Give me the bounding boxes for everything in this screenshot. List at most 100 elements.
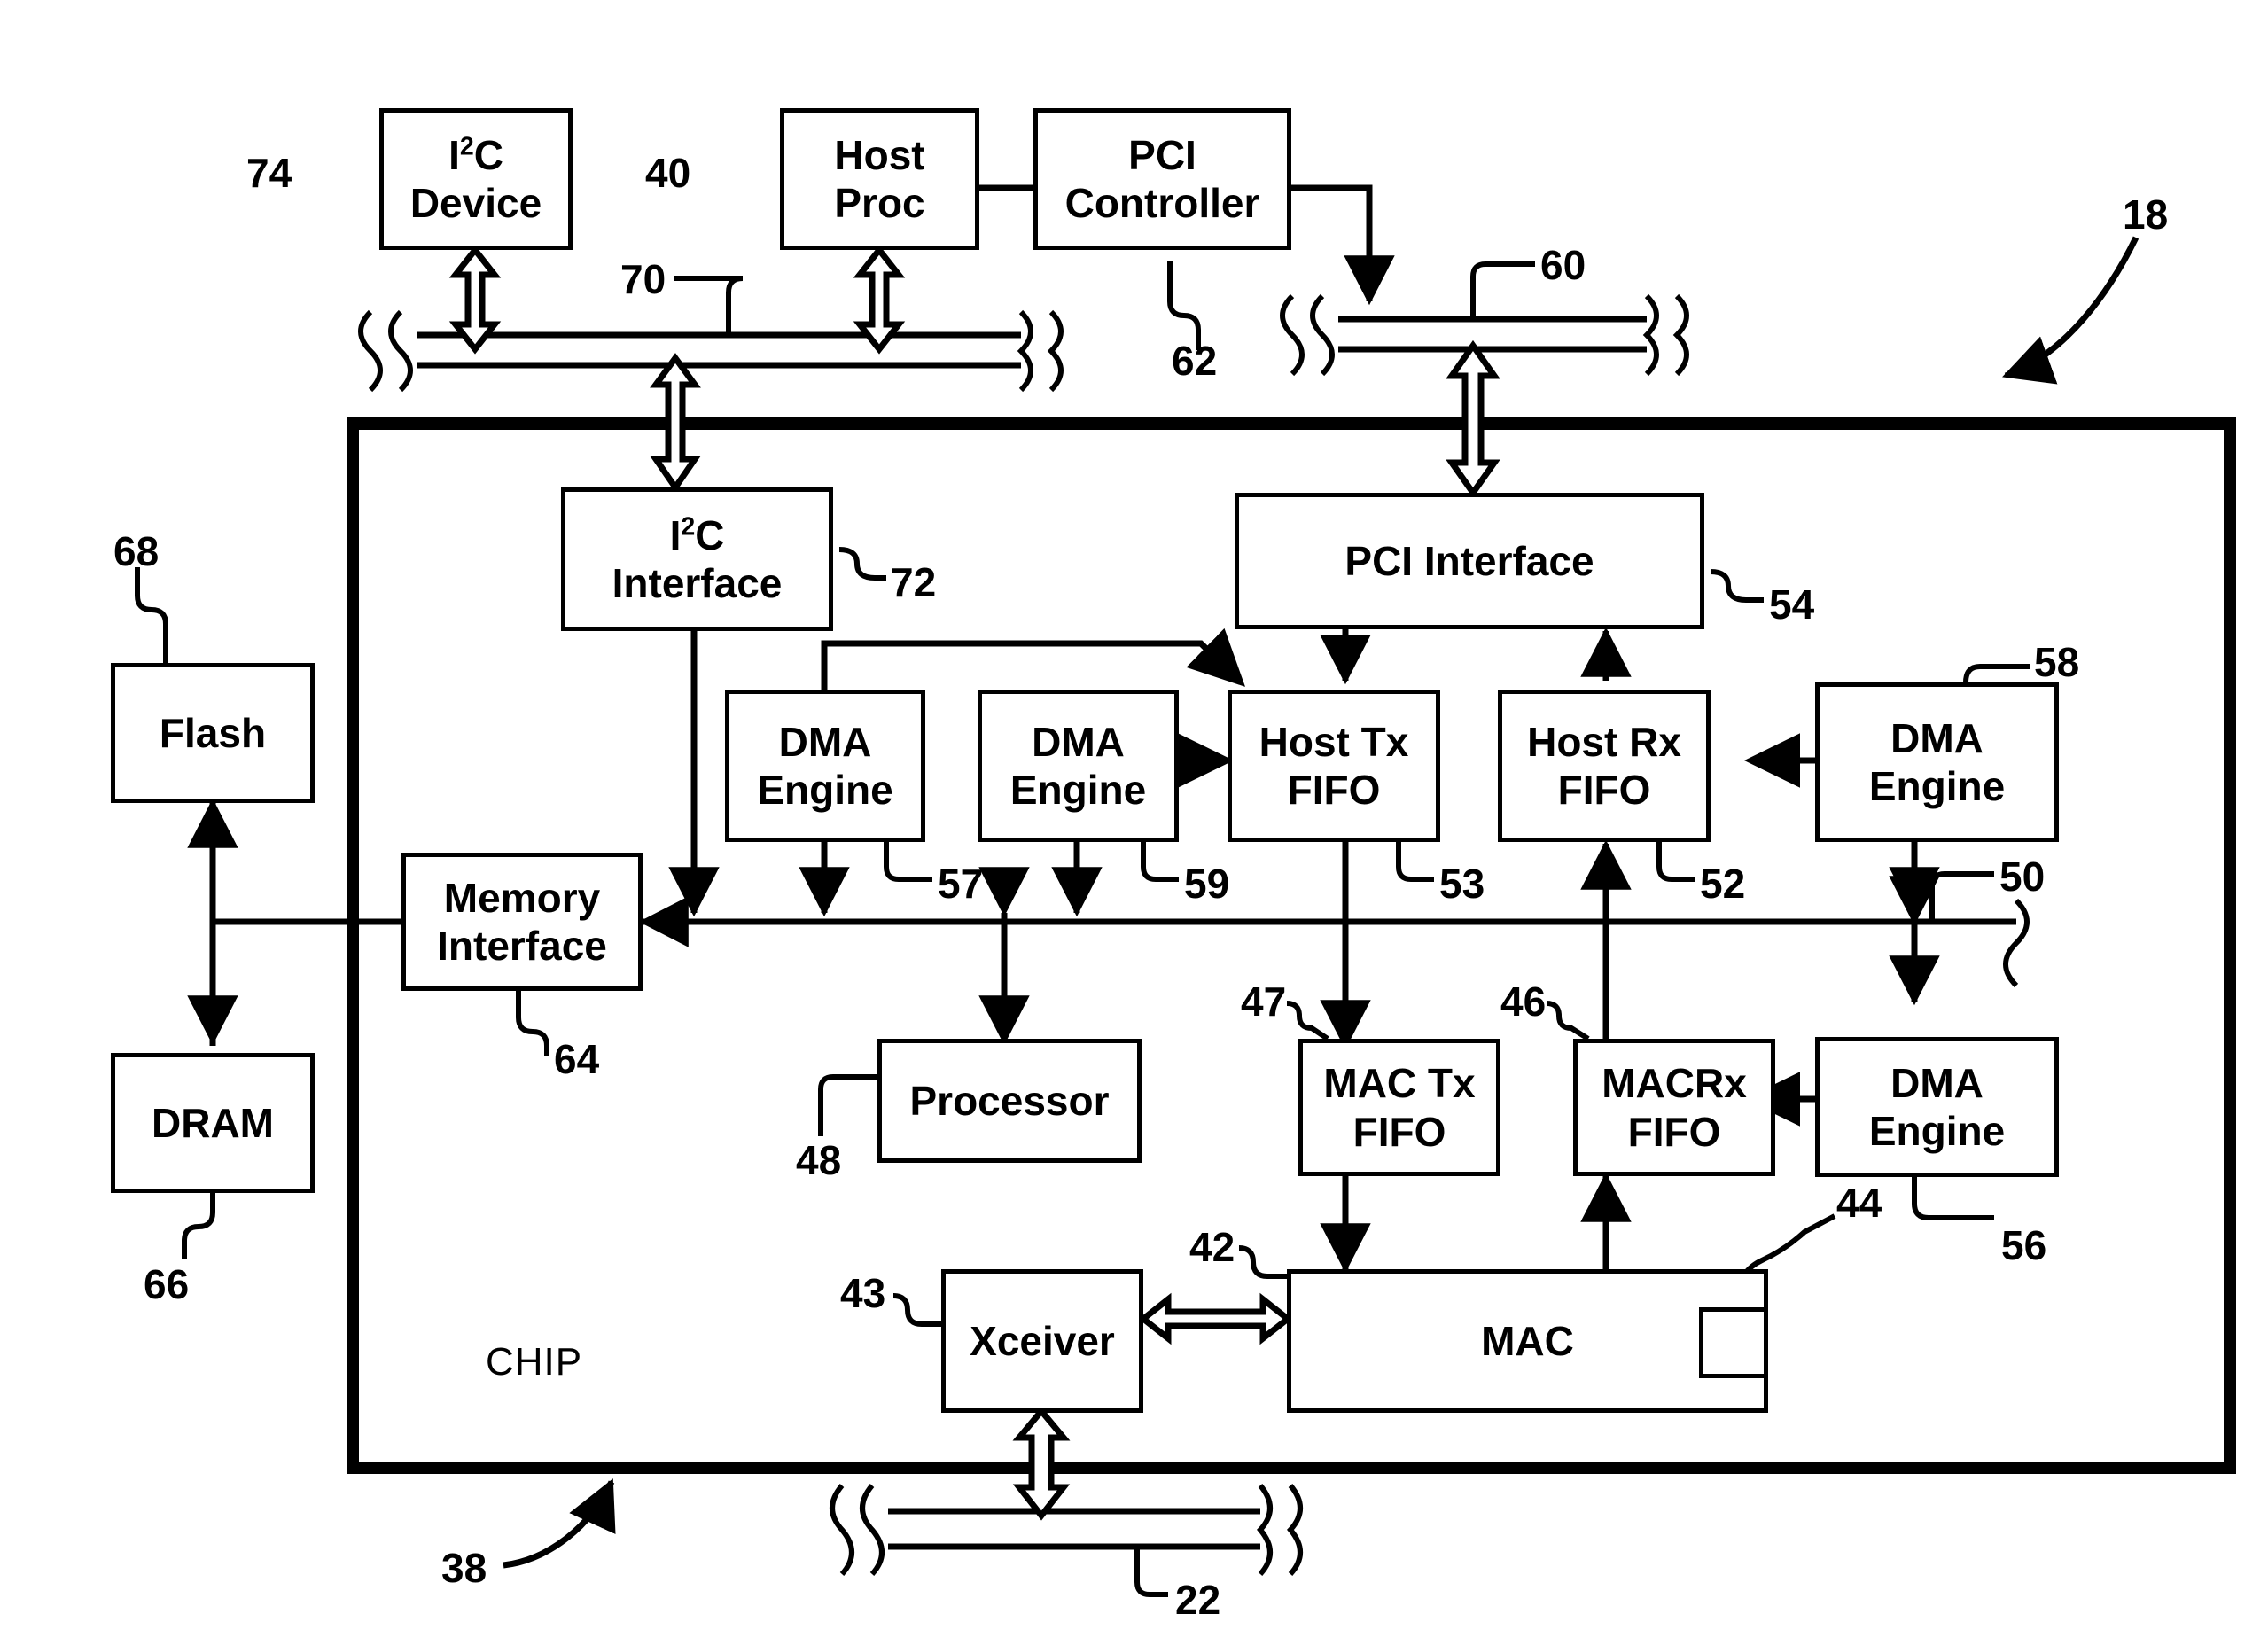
chip-label: CHIP xyxy=(486,1340,583,1384)
leader-54 xyxy=(1710,569,1764,603)
ref-40: 40 xyxy=(645,150,691,196)
ref-52: 52 xyxy=(1700,861,1746,907)
ref-46: 46 xyxy=(1500,978,1547,1025)
box-host-tx-fifo[interactable]: Host Tx FIFO xyxy=(1228,690,1440,842)
box-host-proc[interactable]: Host Proc xyxy=(780,108,979,250)
ref-47: 47 xyxy=(1241,978,1287,1025)
flash-label: Flash xyxy=(159,709,267,756)
memory-interface-label-line1: Memory xyxy=(443,874,601,921)
leader-72 xyxy=(838,547,886,581)
dma59-label-line2: Engine xyxy=(1009,767,1147,813)
dma56-label-line1: DMA xyxy=(1890,1059,1984,1106)
ref-18: 18 xyxy=(2123,191,2169,238)
mac-rx-label-line1: MACRx xyxy=(1602,1060,1747,1107)
dram-label: DRAM xyxy=(152,1099,274,1146)
dma58-label-line2: Engine xyxy=(1868,763,2006,809)
leader-42 xyxy=(1238,1245,1287,1279)
ref-56: 56 xyxy=(2001,1222,2047,1268)
i2c-interface-label-line1: I2C xyxy=(669,511,725,558)
mac-label: MAC xyxy=(1481,1317,1574,1364)
i2c-interface-label-line2: Interface xyxy=(612,560,783,606)
box-memory-interface[interactable]: Memory Interface xyxy=(401,853,643,991)
leader-59 xyxy=(1141,840,1179,882)
box-mac-inner-block-44[interactable] xyxy=(1699,1307,1768,1378)
ref-38: 38 xyxy=(441,1545,487,1591)
leader-46 xyxy=(1546,1001,1590,1041)
connector-xceiver-mac xyxy=(1138,1292,1293,1345)
leader-57 xyxy=(884,840,932,882)
patent-figure-canvas: I2C Device Host Proc PCI Controller Flas… xyxy=(0,0,2268,1645)
leader-58 xyxy=(1963,664,2030,683)
leader-18 xyxy=(2002,236,2139,385)
box-dma-engine-59[interactable]: DMA Engine xyxy=(978,690,1179,842)
i2c-superscript: 2 xyxy=(459,132,474,161)
ref-62: 62 xyxy=(1172,338,1218,384)
box-pci-controller[interactable]: PCI Controller xyxy=(1033,108,1291,250)
ref-70: 70 xyxy=(620,256,666,302)
connector-hostproc-to-bus70 xyxy=(853,245,906,355)
box-flash[interactable]: Flash xyxy=(111,663,315,803)
i2c-device-label-line1: I2C xyxy=(448,131,503,178)
dma59-label-line1: DMA xyxy=(1032,718,1125,765)
box-dma-engine-57[interactable]: DMA Engine xyxy=(725,690,925,842)
box-dram[interactable]: DRAM xyxy=(111,1053,315,1193)
ref-59: 59 xyxy=(1184,861,1230,907)
host-rx-label-line1: Host Rx xyxy=(1527,718,1681,765)
i2c-device-label-line2: Device xyxy=(409,180,542,226)
ref-43: 43 xyxy=(840,1270,886,1316)
processor-label: Processor xyxy=(909,1077,1110,1124)
box-dma-engine-56[interactable]: DMA Engine xyxy=(1815,1037,2059,1177)
ref-72: 72 xyxy=(891,559,937,605)
leader-68 xyxy=(135,567,168,663)
ref-44: 44 xyxy=(1836,1180,1882,1226)
box-host-rx-fifo[interactable]: Host Rx FIFO xyxy=(1498,690,1711,842)
box-mac-rx-fifo[interactable]: MACRx FIFO xyxy=(1573,1039,1775,1176)
host-tx-label-line2: FIFO xyxy=(1287,767,1381,813)
ref-64: 64 xyxy=(554,1036,600,1082)
ref-66: 66 xyxy=(144,1261,190,1307)
mac-tx-label-line1: MAC Tx xyxy=(1323,1060,1476,1107)
bus-22-graphic xyxy=(830,1484,1303,1597)
box-xceiver[interactable]: Xceiver xyxy=(941,1269,1143,1413)
dma56-label-line2: Engine xyxy=(1868,1108,2006,1154)
ref-53: 53 xyxy=(1439,861,1485,907)
box-mac[interactable]: MAC xyxy=(1287,1269,1768,1413)
dma57-label-line1: DMA xyxy=(778,718,872,765)
ref-57: 57 xyxy=(938,861,984,907)
leader-38 xyxy=(503,1478,616,1569)
leader-64 xyxy=(516,991,549,1056)
ref-48: 48 xyxy=(796,1137,842,1183)
ref-74: 74 xyxy=(246,150,292,196)
leader-66 xyxy=(182,1192,215,1259)
mac-tx-label-line2: FIFO xyxy=(1352,1108,1446,1155)
pci-controller-label-line1: PCI xyxy=(1128,131,1196,178)
leader-52 xyxy=(1656,840,1695,882)
box-mac-tx-fifo[interactable]: MAC Tx FIFO xyxy=(1298,1039,1500,1176)
host-proc-label-line2: Proc xyxy=(834,180,925,226)
box-i2c-interface[interactable]: I2C Interface xyxy=(561,487,833,631)
leader-56 xyxy=(1912,1174,1994,1220)
dma58-label-line1: DMA xyxy=(1890,714,1984,761)
link-pcicontroller-to-bus60 xyxy=(1291,184,1395,306)
host-rx-label-line2: FIFO xyxy=(1557,767,1651,813)
ref-60: 60 xyxy=(1540,242,1586,288)
box-processor[interactable]: Processor xyxy=(877,1039,1142,1163)
box-dma-engine-58[interactable]: DMA Engine xyxy=(1815,682,2059,842)
box-i2c-device[interactable]: I2C Device xyxy=(379,108,573,250)
leader-43 xyxy=(892,1293,941,1327)
dma57-label-line2: Engine xyxy=(757,767,893,813)
leader-53 xyxy=(1396,840,1434,882)
ref-22: 22 xyxy=(1175,1577,1221,1623)
ref-42: 42 xyxy=(1189,1224,1235,1270)
connector-i2c-device-to-bus70 xyxy=(448,245,502,355)
pci-controller-label-line2: Controller xyxy=(1064,180,1260,226)
link-dma57-to-hosttx xyxy=(821,628,1246,693)
leader-47 xyxy=(1286,1001,1329,1041)
leader-48 xyxy=(818,1074,877,1136)
pci-interface-label: PCI Interface xyxy=(1344,537,1594,584)
host-proc-label-line1: Host xyxy=(834,131,925,178)
xceiver-label: Xceiver xyxy=(970,1317,1115,1364)
box-pci-interface[interactable]: PCI Interface xyxy=(1235,493,1704,629)
host-tx-label-line1: Host Tx xyxy=(1259,718,1409,765)
ref-50: 50 xyxy=(1999,854,2046,900)
